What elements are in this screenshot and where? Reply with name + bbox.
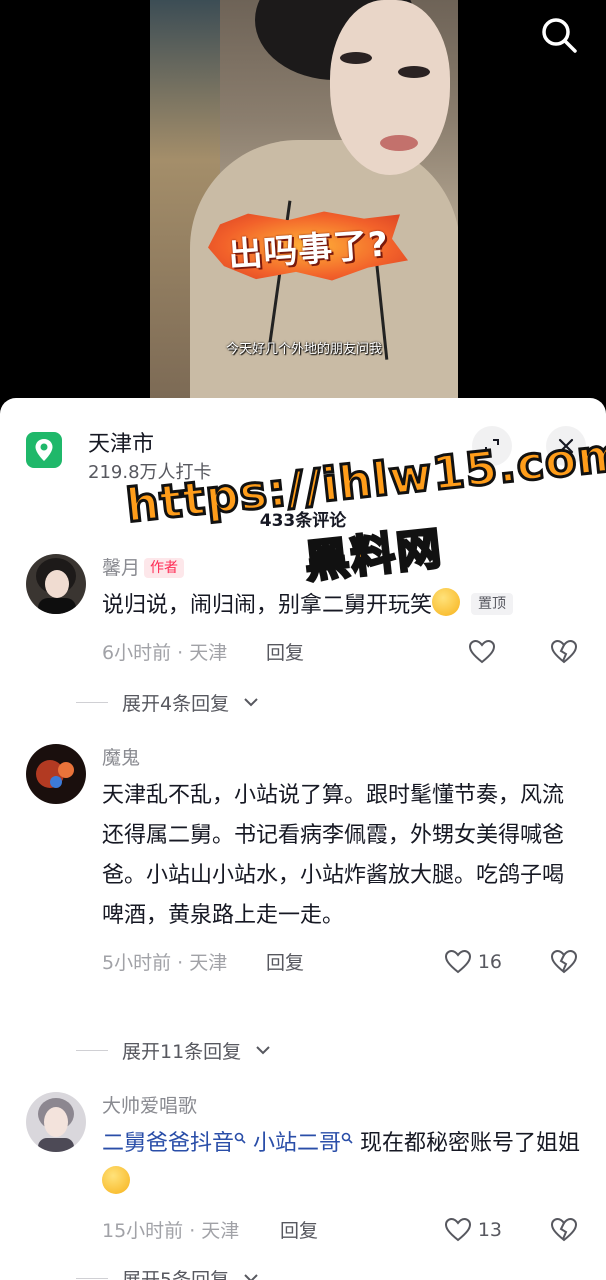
- comment-text: 天津乱不乱，小站说了算。跟时髦懂节奏，风流还得属二舅。书记看病李佩霞，外甥女美得…: [102, 783, 565, 928]
- like-count: 16: [477, 951, 502, 973]
- search-icon: [341, 1132, 353, 1144]
- mention-link[interactable]: 小站二哥: [253, 1131, 341, 1156]
- video-frame: 出吗事了? 今天好几个外地的朋友问我: [150, 0, 458, 400]
- broken-heart-icon: [550, 639, 578, 664]
- search-icon: [234, 1132, 246, 1144]
- close-icon: [558, 438, 574, 454]
- video-player[interactable]: 出吗事了? 今天好几个外地的朋友问我: [0, 0, 606, 410]
- comment-meta: 5小时前 · 天津 回复 16: [102, 942, 582, 982]
- comment-meta: 15小时前 · 天津 回复 13: [102, 1210, 582, 1250]
- like-button[interactable]: 16: [444, 942, 502, 982]
- video-person-eye: [340, 52, 372, 64]
- expand-replies-button[interactable]: 展开4条回复: [76, 684, 259, 720]
- location-pin-icon: [26, 432, 62, 468]
- comment-text-content: 现在都秘密账号了姐姐: [360, 1131, 581, 1156]
- chevron-down-icon: [256, 1046, 270, 1055]
- dislike-button[interactable]: [546, 632, 582, 672]
- expand-replies-button[interactable]: 展开5条回复: [76, 1260, 259, 1280]
- chevron-down-icon: [244, 1274, 258, 1280]
- video-person-eye: [398, 66, 430, 78]
- username-text[interactable]: 馨月: [102, 557, 140, 579]
- location-card[interactable]: 天津市 219.8万人打卡: [26, 426, 586, 486]
- laughing-crying-emoji-icon: [102, 1166, 130, 1194]
- divider-line: [76, 1049, 108, 1051]
- divider-line: [76, 701, 108, 703]
- expand-replies-label[interactable]: 展开4条回复: [122, 689, 229, 716]
- reply-button[interactable]: 回复: [280, 1216, 318, 1243]
- comment-username[interactable]: 魔鬼: [102, 744, 582, 772]
- reply-button[interactable]: 回复: [266, 948, 304, 975]
- comment-text: 二舅爸爸抖音 小站二哥 现在都秘密账号了姐姐: [102, 1124, 582, 1204]
- search-button[interactable]: [536, 12, 584, 56]
- broken-heart-icon: [550, 1217, 578, 1242]
- video-person-mouth: [380, 135, 418, 151]
- comment-username[interactable]: 大帅爱唱歌: [102, 1092, 582, 1120]
- comment-text-content: 说归说，闹归闹，别拿二舅开玩笑: [102, 593, 433, 618]
- like-button[interactable]: [468, 632, 502, 672]
- avatar[interactable]: [26, 1092, 86, 1152]
- comment-time-location: 5小时前 · 天津: [102, 952, 228, 974]
- laughing-crying-emoji-icon: [432, 588, 461, 616]
- video-sticker-text: 出吗事了?: [226, 223, 390, 276]
- comment-username[interactable]: 馨月 作者: [102, 554, 582, 582]
- author-tag: 作者: [144, 558, 185, 578]
- video-subtitle: 今天好几个外地的朋友问我: [225, 342, 382, 357]
- broken-heart-icon: [550, 949, 578, 974]
- heart-icon: [444, 1217, 471, 1242]
- expand-icon: [485, 439, 499, 453]
- expand-replies-button[interactable]: 展开11条回复: [76, 1032, 271, 1068]
- expand-sheet-button[interactable]: [472, 426, 512, 466]
- mention-link[interactable]: 二舅爸爸抖音: [102, 1131, 234, 1156]
- like-button[interactable]: 13: [444, 1210, 502, 1250]
- close-button[interactable]: [546, 426, 586, 466]
- divider-line: [76, 1277, 108, 1279]
- expand-replies-label[interactable]: 展开11条回复: [122, 1037, 241, 1064]
- dislike-button[interactable]: [546, 1210, 582, 1250]
- avatar[interactable]: [26, 744, 86, 804]
- search-icon: [542, 18, 577, 53]
- dislike-button[interactable]: [546, 942, 582, 982]
- location-title: 天津市: [88, 432, 155, 457]
- location-checkin-count: 219.8万人打卡: [88, 462, 212, 483]
- reply-button[interactable]: 回复: [266, 638, 304, 665]
- comment-text: 说归说，闹归闹，别拿二舅开玩笑 置顶: [102, 586, 582, 626]
- expand-replies-label[interactable]: 展开5条回复: [122, 1265, 229, 1280]
- heart-icon: [468, 639, 496, 664]
- comment-time-location: 6小时前 · 天津: [102, 642, 228, 664]
- avatar[interactable]: [26, 554, 86, 614]
- comment-count-title: 433条评论: [259, 511, 347, 531]
- comment-sheet: 天津市 219.8万人打卡 433条评论 馨月 作者 说归说，闹归闹，别拿二舅开…: [0, 398, 606, 1280]
- comment-meta: 6小时前 · 天津 回复: [102, 632, 582, 672]
- chevron-down-icon: [244, 698, 258, 707]
- comment-time-location: 15小时前 · 天津: [102, 1220, 240, 1242]
- like-count: 13: [477, 1219, 502, 1241]
- pinned-tag: 置顶: [471, 593, 514, 615]
- heart-icon: [444, 949, 471, 974]
